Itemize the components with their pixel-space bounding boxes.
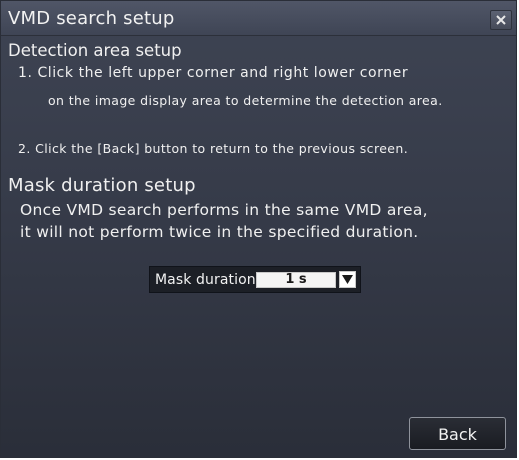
detection-step-1-line-2: on the image display area to determine t…: [48, 93, 443, 108]
back-button[interactable]: Back: [409, 417, 506, 450]
chevron-down-icon: [342, 275, 353, 284]
mask-description-line-2: it will not perform twice in the specifi…: [20, 223, 419, 241]
mask-duration-label: Mask duration: [155, 272, 256, 288]
back-button-label: Back: [438, 425, 477, 444]
mask-description-line-1: Once VMD search performs in the same VMD…: [20, 201, 428, 219]
detection-area-heading: Detection area setup: [8, 41, 182, 60]
mask-duration-dropdown-button[interactable]: [339, 271, 356, 288]
detection-step-1-line-1: 1. Click the left upper corner and right…: [18, 65, 409, 81]
mask-duration-field: Mask duration 1 s: [149, 266, 361, 293]
mask-duration-select[interactable]: 1 s: [256, 272, 336, 288]
detection-step-2: 2. Click the [Back] button to return to …: [18, 141, 409, 156]
title-bar: VMD search setup: [1, 1, 516, 36]
mask-duration-heading: Mask duration setup: [8, 175, 196, 196]
dialog-title: VMD search setup: [8, 8, 175, 29]
close-icon: [496, 15, 506, 25]
close-button[interactable]: [490, 10, 512, 30]
vmd-search-setup-dialog: VMD search setup Detection area setup 1.…: [0, 0, 517, 458]
mask-duration-value: 1 s: [285, 272, 307, 287]
